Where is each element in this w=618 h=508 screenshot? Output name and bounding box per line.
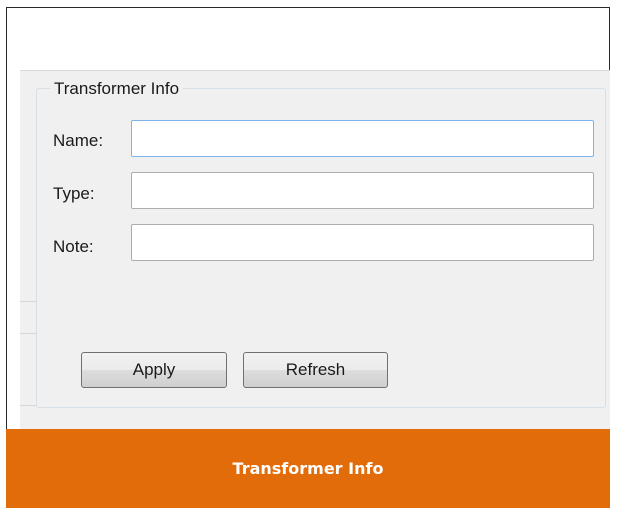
note-field[interactable]	[131, 224, 594, 261]
panel-divider-line	[20, 301, 36, 302]
apply-button[interactable]: Apply	[81, 352, 227, 388]
groupbox-title: Transformer Info	[50, 79, 184, 99]
note-label: Note:	[53, 237, 94, 256]
name-label: Name:	[53, 131, 104, 150]
panel-divider-line	[20, 405, 36, 406]
type-field[interactable]	[131, 172, 594, 209]
refresh-button[interactable]: Refresh	[243, 352, 388, 388]
type-label: Type:	[53, 184, 95, 203]
caption-text: Transformer Info	[232, 459, 384, 478]
name-field[interactable]	[131, 120, 594, 157]
panel-divider-line	[20, 333, 36, 334]
caption-bar: Transformer Info	[6, 429, 610, 508]
